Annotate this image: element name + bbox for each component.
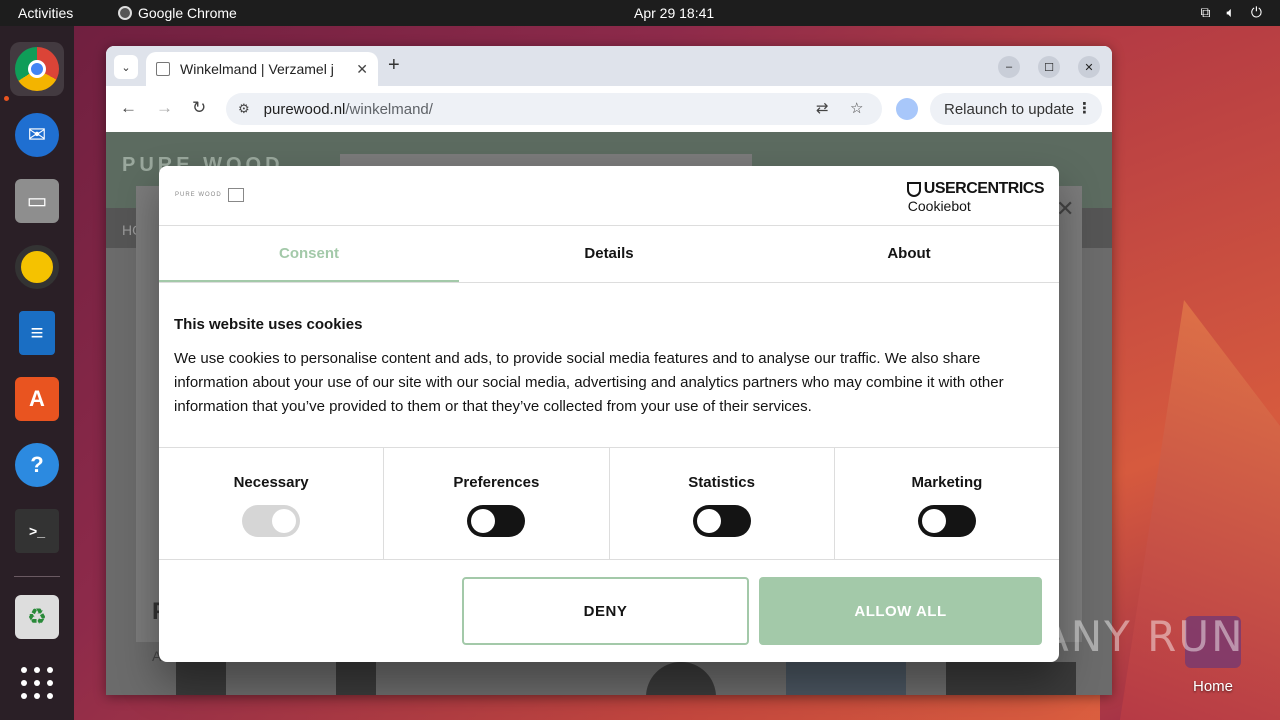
product-thumbnail[interactable]	[946, 662, 1076, 695]
profile-avatar-icon[interactable]	[896, 98, 918, 120]
dock: ✉ ▭ ≡ A ? >_ ♻	[0, 26, 74, 720]
category-label: Marketing	[911, 474, 983, 491]
dock-chrome[interactable]	[10, 42, 64, 96]
trash-icon: ♻	[15, 595, 59, 639]
dock-terminal[interactable]: >_	[10, 504, 64, 558]
close-window-icon[interactable]: ✕	[1078, 56, 1100, 78]
product-thumbnail[interactable]	[786, 662, 906, 695]
cookie-categories: Necessary Preferences Statistics Marketi…	[159, 447, 1059, 560]
help-icon: ?	[15, 443, 59, 487]
product-thumbnail[interactable]	[646, 662, 716, 695]
app-name: Google Chrome	[138, 5, 237, 21]
back-icon[interactable]: ←	[120, 98, 137, 118]
shield-icon	[906, 181, 921, 197]
category-label: Necessary	[233, 474, 309, 491]
category-necessary: Necessary	[159, 448, 385, 559]
activities-button[interactable]: Activities	[18, 5, 73, 21]
more-menu-icon[interactable]: ⋮	[1077, 99, 1092, 117]
dialog-site-logo: PURE WOOD	[175, 188, 244, 202]
running-indicator	[4, 96, 9, 101]
dock-separator	[14, 576, 60, 577]
tab-details[interactable]: Details	[459, 226, 759, 282]
network-icon: ⧉	[1200, 4, 1211, 20]
site-settings-icon[interactable]: ⚙	[238, 101, 250, 117]
tab-about[interactable]: About	[759, 226, 1059, 282]
relaunch-button[interactable]: Relaunch to update ⋮	[930, 93, 1102, 125]
url-host: purewood.nl	[263, 100, 346, 118]
forward-icon[interactable]: →	[156, 98, 173, 118]
rhythmbox-icon	[15, 245, 59, 289]
logo-mark-icon	[227, 188, 244, 202]
power-icon: ⏻	[1250, 4, 1262, 20]
dialog-description: We use cookies to personalise content an…	[174, 350, 1004, 415]
reload-icon[interactable]: ↻	[192, 98, 206, 118]
volume-icon: 🔈︎	[1226, 4, 1235, 20]
minimize-icon[interactable]: –	[998, 56, 1020, 78]
top-bar: Activities Google Chrome Apr 29 18:41 ⧉ …	[0, 0, 1280, 26]
watermark: ANY RUN	[1040, 612, 1245, 661]
statistics-toggle[interactable]	[692, 505, 751, 537]
product-thumbnail[interactable]	[336, 662, 376, 695]
app-center-icon: A	[15, 377, 59, 421]
dock-app-center[interactable]: A	[10, 372, 64, 426]
tab-search-icon[interactable]: ⌄	[114, 55, 138, 79]
thunderbird-icon: ✉	[15, 113, 59, 157]
tab-consent[interactable]: Consent	[159, 226, 459, 282]
favicon-icon	[156, 62, 170, 76]
dock-thunderbird[interactable]: ✉	[10, 108, 64, 162]
deny-button[interactable]: DENY	[462, 577, 749, 645]
url-path: /winkelmand/	[345, 100, 433, 118]
category-statistics: Statistics	[610, 448, 835, 559]
browser-toolbar: ← → ↻ ⚙ purewood.nl /winkelmand/ ⇄ ☆ Rel…	[106, 86, 1112, 132]
dialog-logo-text: PURE WOOD	[175, 192, 222, 198]
provider-logo[interactable]: USERCENTRICS Cookiebot	[906, 180, 1045, 214]
system-tray[interactable]: ⧉ 🔈︎ ⏻	[1201, 4, 1262, 21]
dialog-tabs: Consent Details About	[159, 226, 1059, 283]
dialog-heading: This website uses cookies	[174, 316, 363, 333]
allow-all-button[interactable]: ALLOW ALL	[759, 577, 1042, 645]
cookie-consent-dialog: PURE WOOD USERCENTRICS Cookiebot Consent…	[159, 166, 1059, 662]
category-preferences: Preferences	[384, 448, 610, 559]
chrome-icon	[15, 47, 59, 91]
dock-files[interactable]: ▭	[10, 174, 64, 228]
clock[interactable]: Apr 29 18:41	[634, 5, 714, 21]
terminal-icon: >_	[15, 509, 59, 553]
dialog-header: PURE WOOD USERCENTRICS Cookiebot	[159, 166, 1059, 226]
category-marketing: Marketing	[835, 448, 1059, 559]
writer-icon: ≡	[19, 311, 55, 355]
bookmark-star-icon[interactable]: ☆	[850, 99, 863, 117]
app-menu[interactable]: Google Chrome	[118, 5, 237, 21]
translate-icon[interactable]: ⇄	[816, 99, 829, 117]
preferences-toggle[interactable]	[467, 505, 526, 537]
files-icon: ▭	[15, 179, 59, 223]
tab-title: Winkelmand | Verzamel j	[180, 61, 334, 77]
dock-help[interactable]: ?	[10, 438, 64, 492]
home-folder-label[interactable]: Home	[1193, 678, 1233, 695]
dock-trash[interactable]: ♻	[10, 590, 64, 644]
chrome-small-icon	[118, 6, 132, 20]
dock-rhythmbox[interactable]	[10, 240, 64, 294]
address-bar[interactable]: ⚙ purewood.nl /winkelmand/ ⇄ ☆	[226, 93, 882, 125]
tab-strip: ⌄ Winkelmand | Verzamel j ✕ + – ☐ ✕	[106, 46, 1112, 86]
dock-writer[interactable]: ≡	[10, 306, 64, 360]
category-label: Preferences	[453, 474, 540, 491]
maximize-icon[interactable]: ☐	[1038, 56, 1060, 78]
relaunch-label: Relaunch to update	[944, 100, 1075, 118]
show-apps-icon[interactable]	[21, 667, 53, 699]
marketing-toggle[interactable]	[917, 505, 976, 537]
new-tab-icon[interactable]: +	[388, 54, 400, 77]
dialog-body: This website uses cookies We use cookies…	[174, 316, 1044, 419]
provider-product: Cookiebot	[907, 198, 971, 214]
provider-name: USERCENTRICS	[923, 180, 1045, 197]
necessary-toggle	[242, 505, 301, 537]
product-thumbnail[interactable]	[176, 662, 226, 695]
browser-tab[interactable]: Winkelmand | Verzamel j ✕	[146, 52, 378, 86]
category-label: Statistics	[688, 474, 755, 491]
tab-close-icon[interactable]: ✕	[356, 61, 368, 78]
